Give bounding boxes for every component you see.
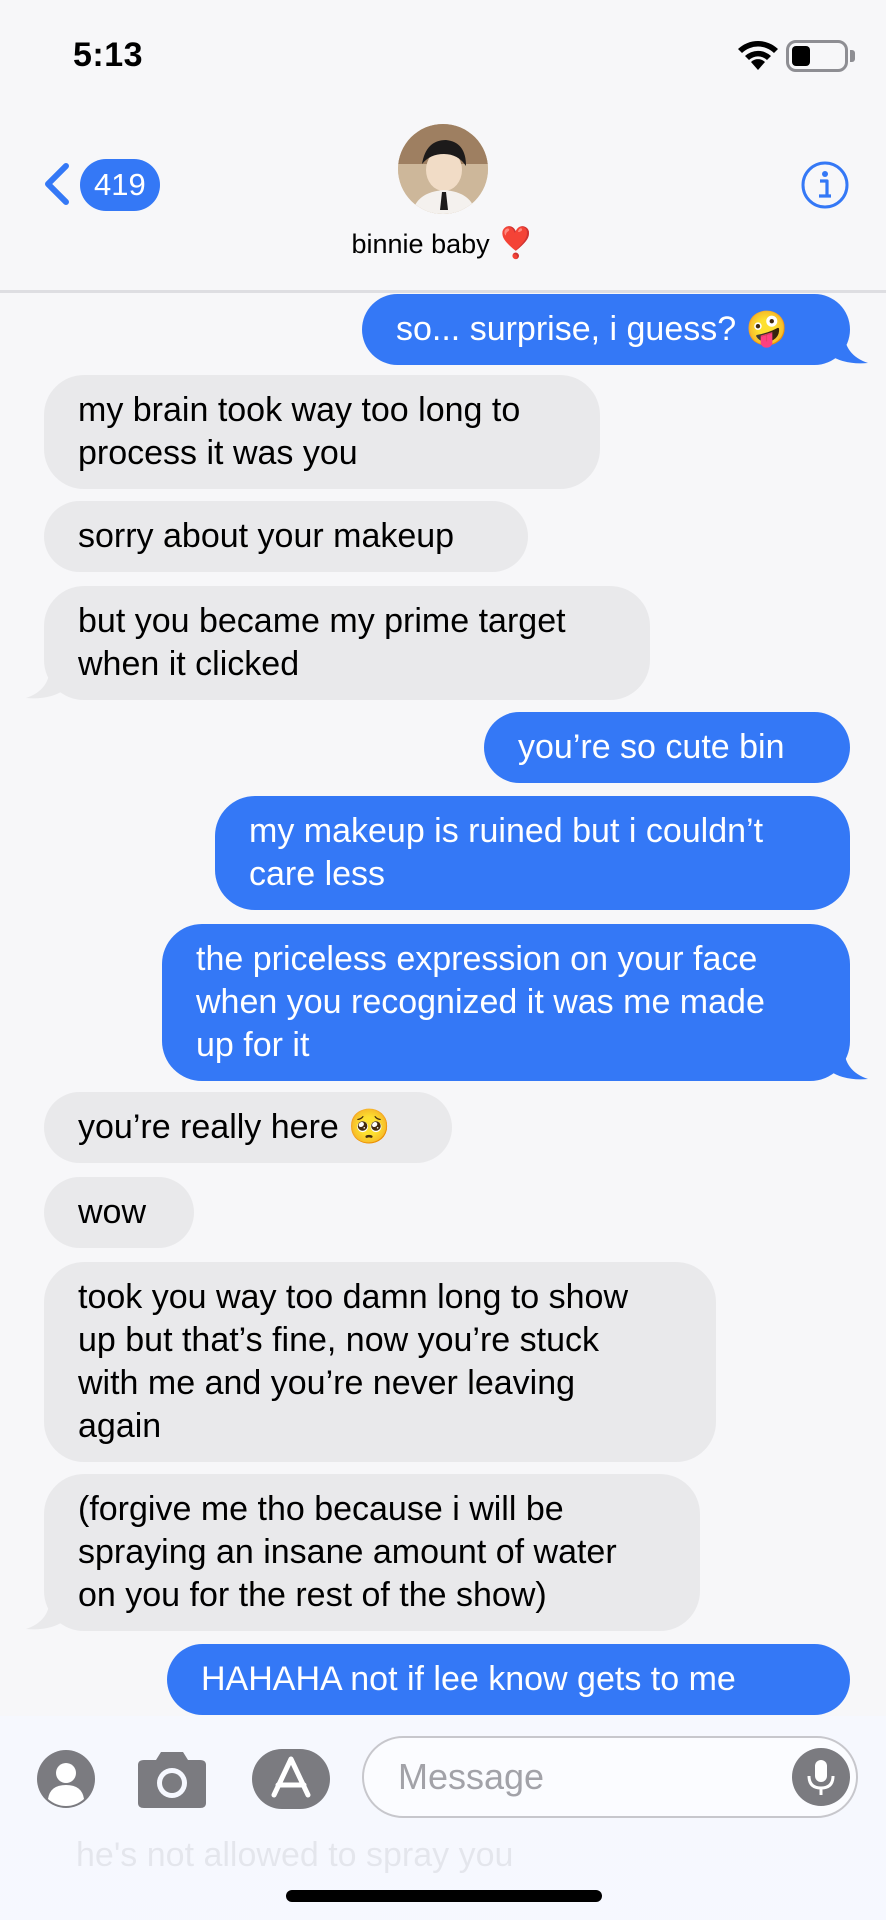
home-indicator[interactable] — [286, 1890, 602, 1902]
message-placeholder: Message — [398, 1756, 545, 1797]
received-message-bubble[interactable]: wow — [44, 1177, 194, 1248]
contact-name[interactable]: binnie baby ❣️ — [0, 226, 886, 261]
camera-icon[interactable] — [134, 1749, 210, 1811]
contacts-icon[interactable] — [36, 1749, 96, 1809]
message-input[interactable]: Message — [362, 1736, 858, 1818]
sent-message-bubble[interactable]: the priceless expression on your face wh… — [162, 924, 850, 1081]
app-store-icon[interactable] — [250, 1747, 332, 1811]
received-message-bubble[interactable]: sorry about your makeup — [44, 501, 528, 572]
messages-screen: 5:13 so... surprise, i guess? 🤪 my brain … — [0, 0, 886, 1920]
sent-message-bubble[interactable]: you’re so cute bin — [484, 712, 850, 783]
received-message-bubble[interactable]: (forgive me tho because i will be sprayi… — [44, 1474, 700, 1631]
received-message-bubble[interactable]: took you way too damn long to show up bu… — [44, 1262, 716, 1462]
back-chevron-icon[interactable] — [40, 162, 74, 206]
received-message-bubble[interactable]: my brain took way too long to process it… — [44, 375, 600, 489]
microphone-icon[interactable] — [790, 1746, 852, 1808]
received-message-bubble[interactable]: you’re really here 🥺 — [44, 1092, 452, 1163]
received-message-bubble[interactable]: but you became my prime target when it c… — [44, 586, 650, 700]
obscured-message-text: he's not allowed to spray you — [76, 1836, 514, 1874]
back-count-badge[interactable]: 419 — [80, 159, 160, 211]
sent-message-bubble[interactable]: so... surprise, i guess? 🤪 — [362, 294, 850, 365]
avatar[interactable] — [398, 124, 488, 214]
header-divider — [0, 290, 886, 293]
sent-message-bubble[interactable]: my makeup is ruined but i couldn’t care … — [215, 796, 850, 910]
contact-emoji: ❣️ — [497, 227, 535, 260]
sent-message-bubble[interactable]: HAHAHA not if lee know gets to me — [167, 1644, 850, 1715]
contact-name-text: binnie baby — [351, 229, 490, 259]
info-icon[interactable] — [800, 160, 850, 210]
